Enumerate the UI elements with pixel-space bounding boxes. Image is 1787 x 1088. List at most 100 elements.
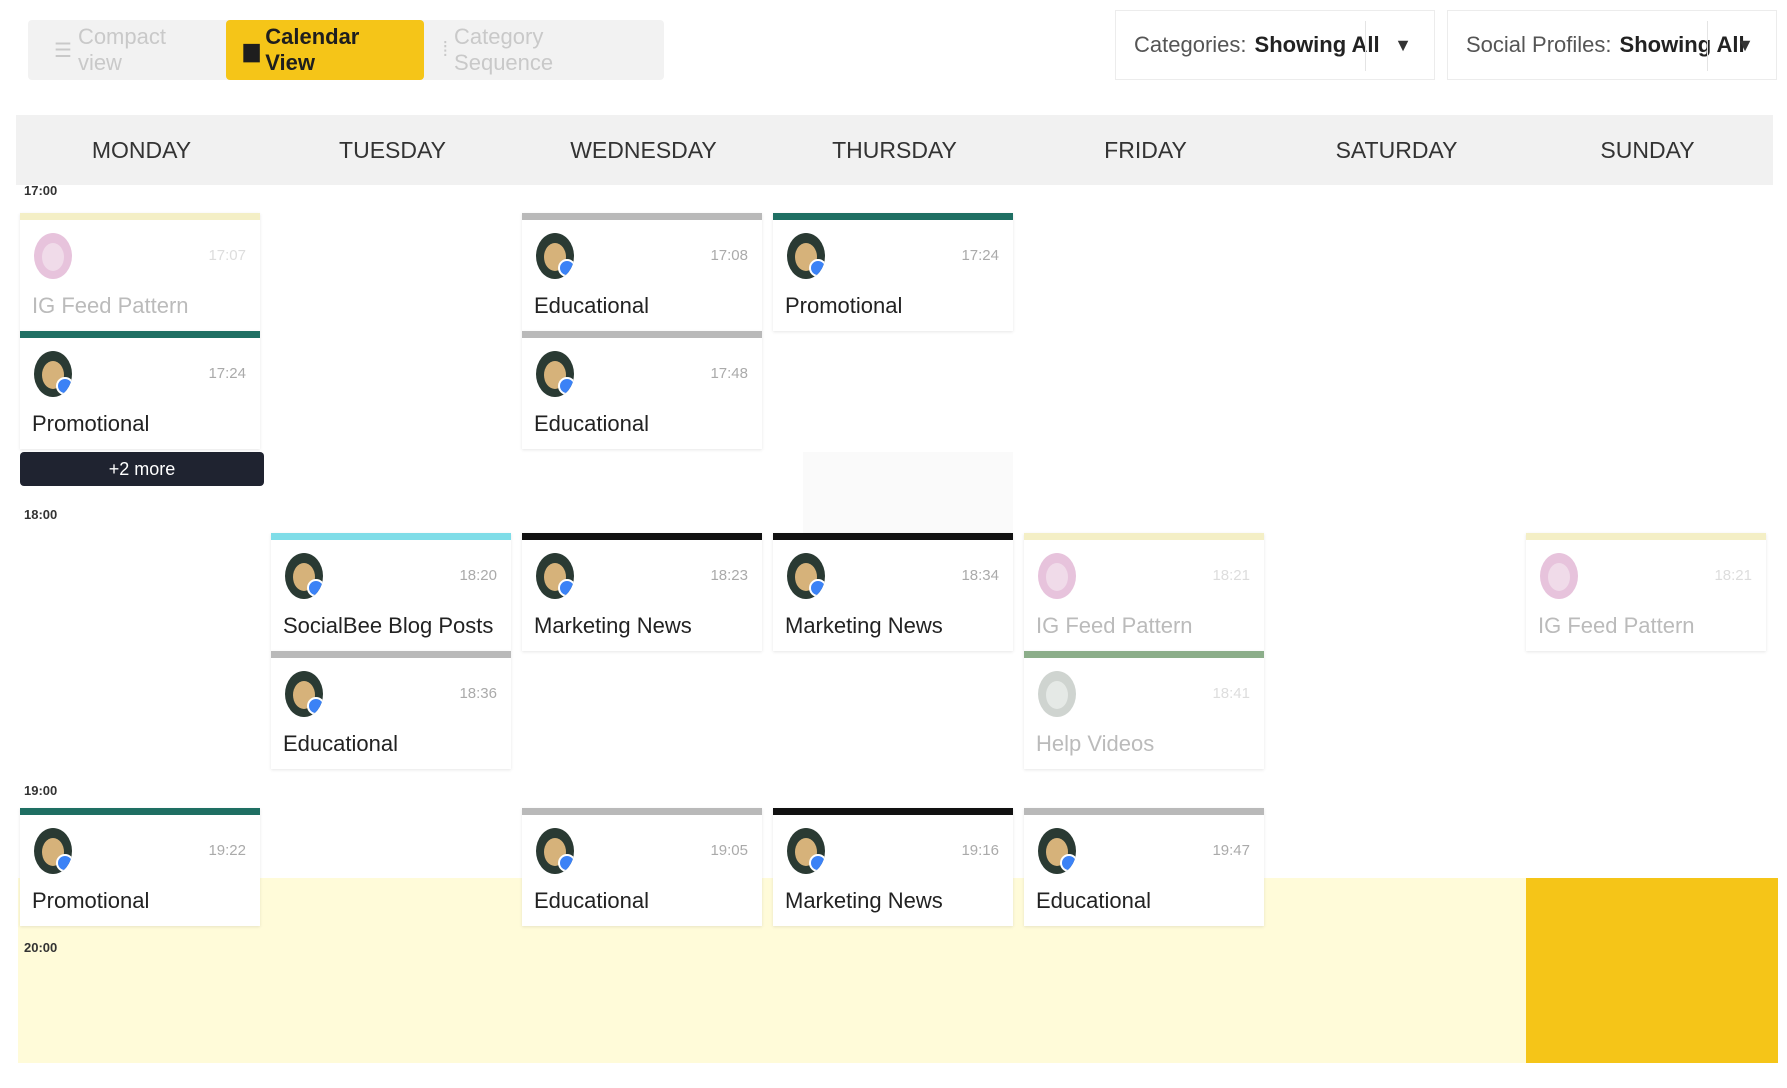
- avatar: [787, 828, 825, 874]
- category-color-bar: [1526, 533, 1766, 540]
- category-color-bar: [20, 331, 260, 338]
- day-header-tuesday: TUESDAY: [267, 115, 518, 185]
- post-card[interactable]: 18:20 SocialBee Blog Posts: [271, 533, 511, 651]
- post-category: IG Feed Pattern: [32, 293, 189, 318]
- facebook-icon: [307, 579, 323, 597]
- post-card[interactable]: 18:23 Marketing News: [522, 533, 762, 651]
- avatar: [1038, 553, 1076, 599]
- post-card[interactable]: 17:48 Educational: [522, 331, 762, 449]
- facebook-icon: [307, 697, 323, 715]
- post-card[interactable]: 17:07 IG Feed Pattern: [20, 213, 260, 331]
- current-slot-highlight[interactable]: [1526, 878, 1778, 1063]
- avatar: [536, 351, 574, 397]
- facebook-icon: [1060, 854, 1076, 872]
- facebook-icon: [809, 854, 825, 872]
- post-category: Educational: [534, 411, 649, 436]
- post-category: Educational: [283, 731, 398, 756]
- post-category: Help Videos: [1036, 731, 1155, 756]
- post-time: 19:16: [961, 842, 999, 859]
- post-time: 18:20: [459, 567, 497, 584]
- avatar: [1038, 671, 1076, 717]
- post-card[interactable]: 19:16 Marketing News: [773, 808, 1013, 926]
- facebook-icon: [809, 259, 825, 277]
- post-category: IG Feed Pattern: [1538, 613, 1695, 638]
- post-card[interactable]: 19:22 Promotional: [20, 808, 260, 926]
- post-card[interactable]: 19:05 Educational: [522, 808, 762, 926]
- post-time: 18:23: [710, 567, 748, 584]
- compact-view-button[interactable]: ☰ Compact view: [36, 20, 226, 80]
- facebook-icon: [558, 259, 574, 277]
- post-category: Marketing News: [785, 888, 943, 913]
- post-time: 17:08: [710, 247, 748, 264]
- category-sequence-label: Category Sequence: [454, 24, 554, 75]
- category-color-bar: [1024, 533, 1264, 540]
- view-switcher: ☰ Compact view ▆ Calendar View ⁞ Categor…: [28, 20, 664, 80]
- time-label: 19:00: [24, 783, 58, 798]
- post-time: 19:47: [1212, 842, 1250, 859]
- facebook-icon: [558, 854, 574, 872]
- category-color-bar: [773, 808, 1013, 815]
- category-color-bar: [522, 808, 762, 815]
- facebook-icon: [809, 579, 825, 597]
- avatar: [787, 553, 825, 599]
- avatar: [536, 553, 574, 599]
- filter-divider: [1707, 21, 1708, 71]
- avatar: [1038, 828, 1076, 874]
- time-label: 17:00: [24, 183, 58, 198]
- sequence-icon: ⁞: [442, 38, 449, 61]
- post-category: Promotional: [32, 411, 150, 436]
- category-sequence-button[interactable]: ⁞ Category Sequence: [424, 20, 656, 80]
- calendar-view-button[interactable]: ▆ Calendar View: [225, 20, 425, 80]
- category-color-bar: [773, 213, 1013, 220]
- avatar: [536, 828, 574, 874]
- post-card[interactable]: 18:21 IG Feed Pattern: [1526, 533, 1766, 651]
- post-card[interactable]: 17:24 Promotional: [20, 331, 260, 449]
- avatar: [536, 233, 574, 279]
- categories-filter[interactable]: Categories: Showing All ▼: [1115, 10, 1435, 80]
- category-color-bar: [522, 331, 762, 338]
- avatar: [34, 233, 72, 279]
- category-color-bar: [773, 533, 1013, 540]
- post-category: Promotional: [785, 293, 903, 318]
- post-card[interactable]: 18:41 Help Videos: [1024, 651, 1264, 769]
- category-color-bar: [1024, 808, 1264, 815]
- time-label: 18:00: [24, 507, 58, 522]
- post-card[interactable]: 18:36 Educational: [271, 651, 511, 769]
- post-time: 17:24: [208, 365, 246, 382]
- list-icon: ☰: [54, 39, 72, 62]
- social-profiles-filter-label: Social Profiles:: [1466, 32, 1612, 57]
- post-time: 19:22: [208, 842, 246, 859]
- post-card[interactable]: 18:21 IG Feed Pattern: [1024, 533, 1264, 651]
- post-card[interactable]: 17:08 Educational: [522, 213, 762, 331]
- post-time: 19:05: [710, 842, 748, 859]
- category-color-bar: [20, 808, 260, 815]
- chevron-down-icon[interactable]: ▼: [1736, 35, 1754, 56]
- day-header-wednesday: WEDNESDAY: [518, 115, 769, 185]
- post-card[interactable]: 18:34 Marketing News: [773, 533, 1013, 651]
- post-time: 18:21: [1212, 567, 1250, 584]
- avatar: [285, 671, 323, 717]
- more-posts-button[interactable]: +2 more: [20, 452, 264, 486]
- day-header-monday: MONDAY: [16, 115, 267, 185]
- categories-filter-label: Categories:: [1134, 32, 1247, 57]
- category-color-bar: [271, 651, 511, 658]
- calendar-icon: ▆: [243, 39, 260, 62]
- post-time: 18:21: [1714, 567, 1752, 584]
- post-category: Educational: [534, 888, 649, 913]
- post-time: 18:34: [961, 567, 999, 584]
- social-profiles-filter[interactable]: Social Profiles: Showing All ▼: [1447, 10, 1777, 80]
- post-card[interactable]: 17:24 Promotional: [773, 213, 1013, 331]
- facebook-icon: [558, 377, 574, 395]
- post-card[interactable]: 19:47 Educational: [1024, 808, 1264, 926]
- chevron-down-icon[interactable]: ▼: [1394, 35, 1412, 56]
- categories-filter-value: Showing All: [1254, 32, 1380, 57]
- time-label: 20:00: [24, 940, 58, 955]
- facebook-icon: [56, 377, 72, 395]
- calendar-view-label: Calendar View: [265, 24, 360, 75]
- facebook-icon: [56, 854, 72, 872]
- post-time: 18:41: [1212, 685, 1250, 702]
- post-category: SocialBee Blog Posts: [283, 613, 494, 638]
- compact-view-label: Compact view: [77, 24, 166, 75]
- avatar: [34, 351, 72, 397]
- day-header-thursday: THURSDAY: [769, 115, 1020, 185]
